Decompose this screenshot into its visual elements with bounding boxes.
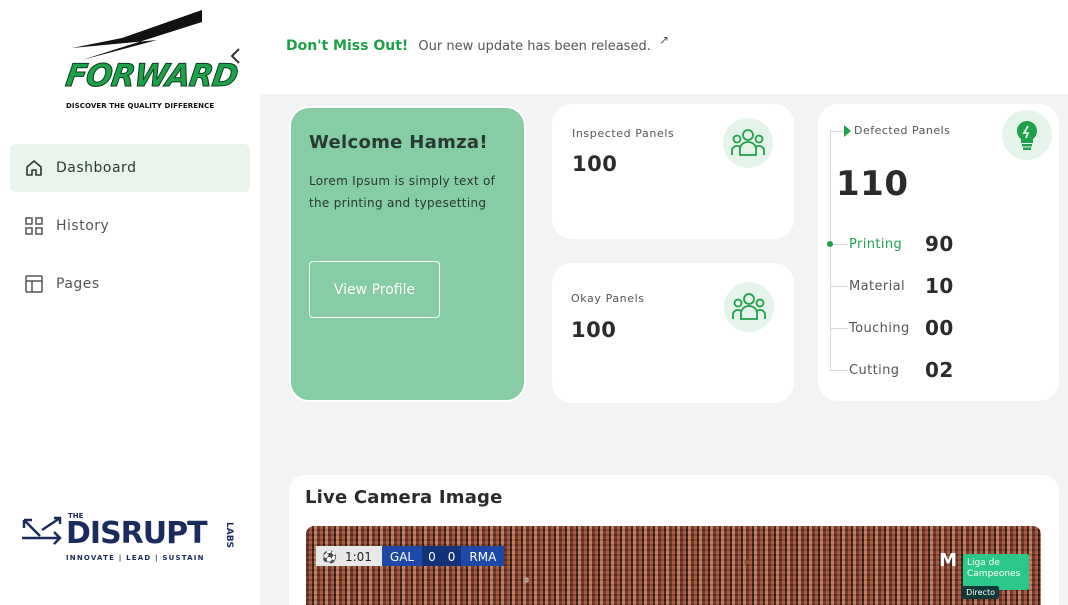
sidebar-nav: Dashboard History Pages: [10, 144, 250, 318]
sidebar-item-pages[interactable]: Pages: [10, 260, 250, 308]
tree-tick: [830, 131, 844, 132]
layout-icon: [25, 275, 43, 293]
live-camera-title: Live Camera Image: [305, 487, 503, 508]
view-profile-button[interactable]: View Profile: [309, 261, 440, 318]
topbar: Don't Miss Out! Our new update has been …: [260, 0, 1068, 94]
disrupt-arrows-icon: [22, 516, 62, 545]
defect-count: 10: [925, 274, 954, 298]
collapse-sidebar-button[interactable]: [226, 44, 246, 68]
okay-panels-card: Okay Panels 100: [552, 263, 794, 403]
disrupt-labs-logo: THE DISRUPT LABS INNOVATE | LEAD | SUSTA…: [20, 510, 235, 570]
sidebar-item-dashboard[interactable]: Dashboard: [10, 144, 250, 192]
logo-brand: FORWARD: [63, 58, 240, 95]
defect-row-material[interactable]: Material 10: [830, 274, 954, 298]
tree-tick: [830, 285, 848, 287]
league-badge: Liga de Campeones: [963, 554, 1029, 590]
defect-count: 00: [925, 316, 954, 340]
scoreboard-overlay: ⚽ 1:01 GAL 0 0 RMA: [316, 546, 505, 566]
sidebar-item-label: History: [56, 218, 110, 234]
sidebar-item-label: Pages: [56, 276, 100, 292]
home-score: 0: [422, 546, 442, 566]
okay-panels-label: Okay Panels: [571, 292, 645, 305]
home-team: GAL: [381, 546, 423, 566]
defect-count: 90: [925, 232, 954, 256]
match-clock: ⚽ 1:01: [316, 546, 382, 566]
welcome-text: Lorem Ipsum is simply text of the printi…: [309, 174, 496, 210]
sidebar: FORWARD DISCOVER THE QUALITY DIFFERENCE …: [0, 0, 260, 605]
users-icon: [724, 282, 774, 332]
away-team: RMA: [461, 546, 505, 566]
disrupt-labs: LABS: [224, 522, 234, 549]
tree-tick: [830, 327, 848, 329]
defect-count: 02: [925, 358, 954, 382]
welcome-card: Welcome Hamza! Lorem Ipsum is simply tex…: [289, 106, 526, 402]
announcement-highlight: Don't Miss Out!: [286, 38, 409, 54]
defected-panels-card: Defected Panels 110 Printing 90 Material…: [818, 104, 1059, 401]
defect-name: Cutting: [849, 362, 900, 378]
play-arrow-icon: [844, 125, 851, 137]
logo-tagline: DISCOVER THE QUALITY DIFFERENCE: [66, 102, 215, 110]
live-camera-feed[interactable]: ⚽ 1:01 GAL 0 0 RMA M Liga de Campeones D…: [306, 526, 1041, 605]
live-status-badge: Directo: [962, 586, 999, 599]
active-dot: [827, 241, 833, 247]
defect-row-printing[interactable]: Printing 90: [827, 232, 954, 256]
broadcaster-logo-icon: M: [939, 550, 957, 571]
chevron-left-icon: [230, 48, 240, 64]
home-icon: [26, 160, 42, 176]
inspected-panels-value: 100: [572, 152, 618, 176]
lightbulb-icon: [1002, 110, 1052, 160]
disrupt-motto: INNOVATE | LEAD | SUSTAIN: [66, 554, 205, 562]
sidebar-item-history[interactable]: History: [10, 202, 250, 250]
defect-name: Printing: [849, 236, 903, 252]
defect-row-touching[interactable]: Touching 00: [830, 316, 954, 340]
sidebar-item-label: Dashboard: [56, 160, 137, 176]
inspected-panels-card: Inspected Panels 100: [552, 104, 794, 239]
users-icon: [723, 118, 773, 168]
okay-panels-value: 100: [571, 318, 617, 342]
away-score: 0: [441, 546, 462, 566]
external-link-icon[interactable]: ↗: [659, 33, 669, 47]
announcement: Don't Miss Out! Our new update has been …: [286, 33, 669, 54]
defected-panels-label: Defected Panels: [854, 124, 951, 137]
defect-name: Material: [849, 278, 906, 294]
tree-tick: [830, 369, 848, 371]
defect-name: Touching: [849, 320, 910, 336]
announcement-message: Our new update has been released.: [418, 39, 651, 54]
forward-logo[interactable]: FORWARD DISCOVER THE QUALITY DIFFERENCE: [62, 10, 240, 114]
soccer-ball-icon: ⚽: [322, 550, 337, 564]
disrupt-name: DISRUPT: [66, 516, 208, 551]
welcome-title: Welcome Hamza!: [309, 132, 488, 153]
defected-panels-value: 110: [836, 164, 909, 204]
defect-row-cutting[interactable]: Cutting 02: [830, 358, 954, 382]
grid-icon: [25, 217, 43, 235]
inspected-panels-label: Inspected Panels: [572, 127, 675, 140]
wing-icon: [72, 10, 202, 60]
live-camera-card: Live Camera Image ⚽ 1:01 GAL 0 0 RMA M L…: [289, 475, 1059, 605]
clock-value: 1:01: [344, 550, 372, 564]
